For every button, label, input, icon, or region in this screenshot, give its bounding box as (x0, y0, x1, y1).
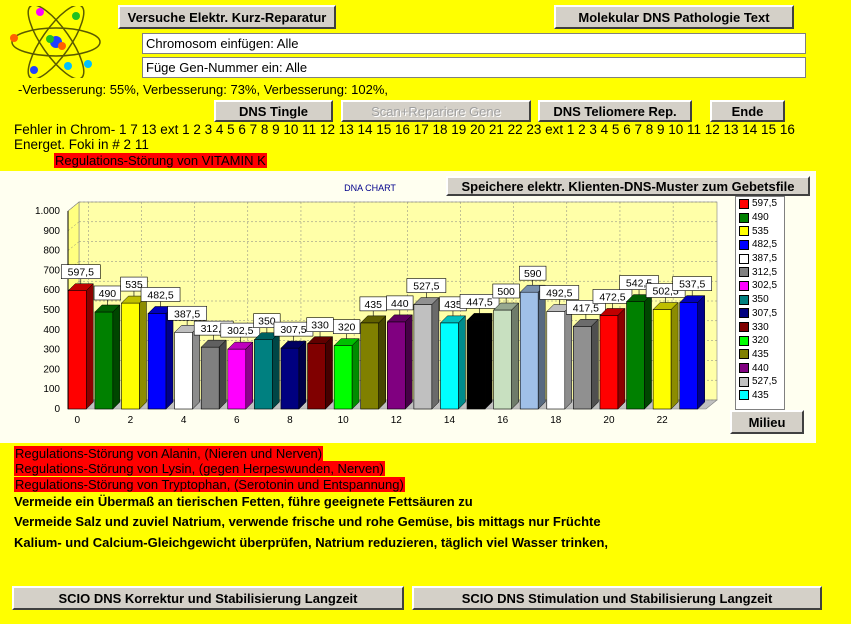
gene-number-field[interactable]: Füge Gen-Nummer ein: Alle (142, 57, 806, 78)
energy-foci-line: Energet. Foki in # 2 11 (14, 137, 149, 152)
atom-icon (6, 4, 106, 80)
legend-item: 320 (736, 334, 784, 348)
legend-label: 302,5 (752, 280, 778, 292)
legend-swatch (739, 226, 749, 237)
tryptophan-disorder-label: Regulations-Störung von Tryptophan, (Ser… (14, 477, 405, 492)
legend-label: 597,5 (752, 198, 778, 210)
dns-correction-button[interactable]: SCIO DNS Korrektur und Stabilisierung La… (12, 586, 404, 610)
improvement-text: -Verbesserung: 55%, Verbesserung: 73%, V… (18, 82, 389, 97)
legend-item: 527,5 (736, 375, 784, 389)
legend-item: 312,5 (736, 265, 784, 279)
legend-swatch (739, 198, 749, 209)
legend-swatch (739, 363, 749, 374)
telomere-repair-button[interactable]: DNS Teliomere Rep. (538, 100, 692, 122)
legend-label: 527,5 (752, 376, 778, 388)
legend-swatch (739, 239, 749, 250)
end-button[interactable]: Ende (710, 100, 785, 122)
legend-label: 307,5 (752, 307, 778, 319)
pathology-text-button[interactable]: Molekular DNS Pathologie Text (554, 5, 794, 29)
legend-swatch (739, 322, 749, 333)
legend-item: 302,5 (736, 279, 784, 293)
legend-item: 597,5 (736, 197, 784, 211)
legend-item: 330 (736, 320, 784, 334)
legend-label: 320 (752, 335, 769, 347)
legend-swatch (739, 349, 749, 360)
legend-item: 440 (736, 361, 784, 375)
legend-label: 482,5 (752, 239, 778, 251)
milieu-button[interactable]: Milieu (730, 410, 804, 434)
legend-label: 435 (752, 348, 769, 360)
legend-swatch (739, 308, 749, 319)
advice-line-3: Kalium- und Calcium-Gleichgewicht überpr… (14, 535, 609, 550)
legend-label: 490 (752, 212, 769, 224)
legend-swatch (739, 376, 749, 387)
advice-line-2: Vermeide Salz und zuviel Natrium, verwen… (14, 514, 601, 529)
legend-swatch (739, 212, 749, 223)
legend-swatch (739, 390, 749, 401)
legend-item: 350 (736, 293, 784, 307)
legend-swatch (739, 335, 749, 346)
chart-panel (0, 171, 816, 443)
legend-item: 307,5 (736, 307, 784, 321)
legend-swatch (739, 280, 749, 291)
legend-item: 490 (736, 211, 784, 225)
chart-legend: 597,5 490 535 482,5 387,5 312,5 302,5 350 307,5 3… (735, 196, 785, 410)
legend-swatch (739, 267, 749, 278)
legend-label: 435 (752, 389, 769, 401)
dns-stimulation-button[interactable]: SCIO DNS Stimulation und Stabilisierung … (412, 586, 822, 610)
legend-item: 535 (736, 224, 784, 238)
alanin-disorder-label: Regulations-Störung von Alanin, (Nieren … (14, 446, 324, 461)
save-prayer-file-button[interactable]: Speichere elektr. Klienten-DNS-Muster zu… (446, 176, 810, 196)
legend-item: 482,5 (736, 238, 784, 252)
legend-label: 330 (752, 321, 769, 333)
legend-label: 440 (752, 362, 769, 374)
legend-item: 387,5 (736, 252, 784, 266)
advice-line-1: Vermeide ein Übermaß an tierischen Fette… (14, 494, 473, 509)
vitamin-disorder-label: Regulations-Störung von VITAMIN K (54, 153, 267, 168)
short-repair-button[interactable]: Versuche Elektr. Kurz-Reparatur (118, 5, 336, 29)
legend-label: 312,5 (752, 266, 778, 278)
chromosome-field[interactable]: Chromosom einfügen: Alle (142, 33, 806, 54)
legend-item: 435 (736, 389, 784, 403)
legend-swatch (739, 253, 749, 264)
lysin-disorder-label: Regulations-Störung von Lysin, (gegen He… (14, 461, 385, 476)
chromosome-error-line: Fehler in Chrom- 1 7 13 ext 1 2 3 4 5 6 … (14, 122, 795, 137)
scan-repair-button[interactable]: Scan+Repariere Gene (341, 100, 531, 122)
legend-label: 387,5 (752, 253, 778, 265)
legend-item: 435 (736, 348, 784, 362)
dns-tingle-button[interactable]: DNS Tingle (214, 100, 333, 122)
legend-label: 350 (752, 294, 769, 306)
legend-label: 535 (752, 225, 769, 237)
legend-swatch (739, 294, 749, 305)
